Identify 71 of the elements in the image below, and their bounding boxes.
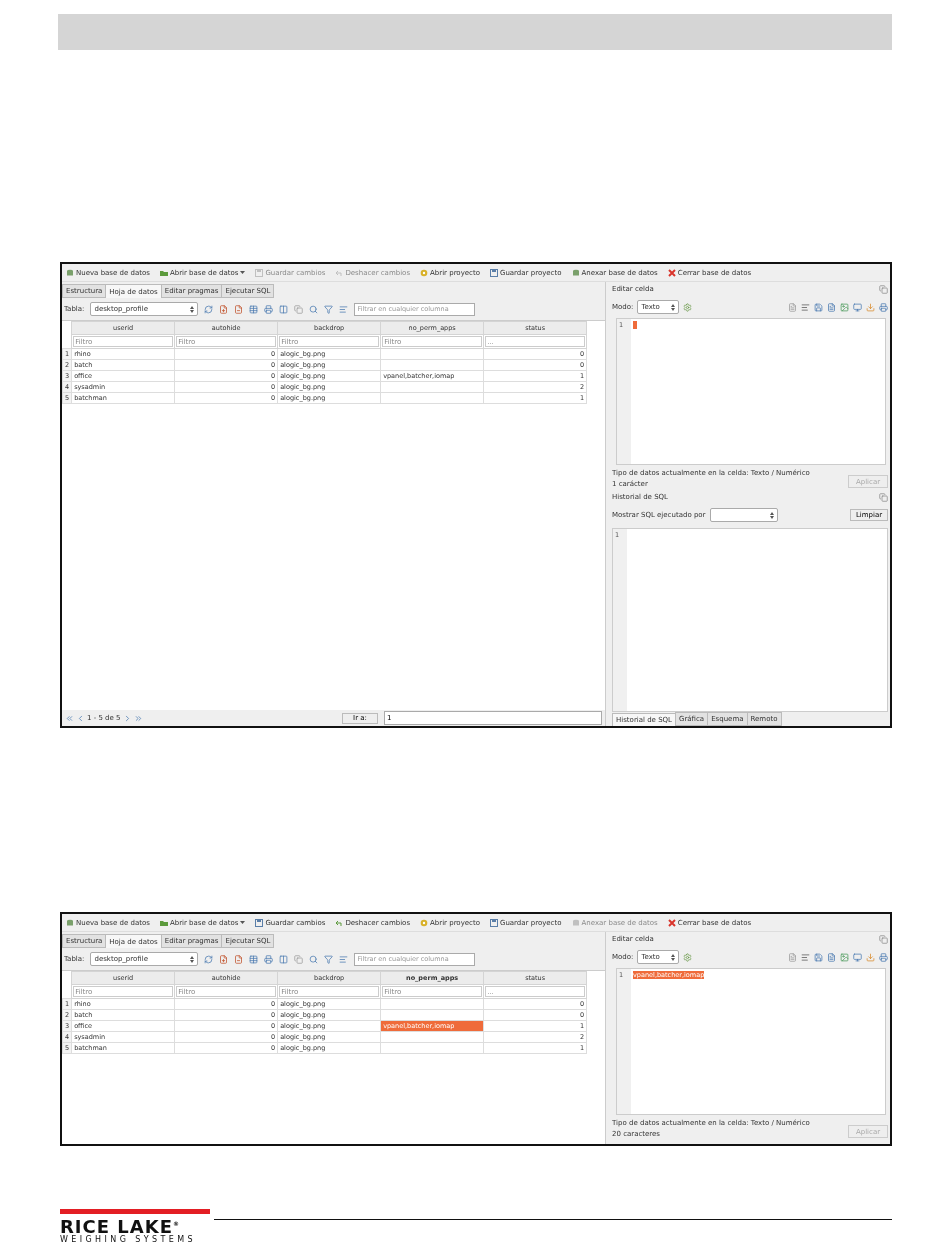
company-logo: RICE LAKE$^{®}$ WEIGHING SYSTEMS xyxy=(60,1209,210,1244)
filter-icon[interactable] xyxy=(324,954,334,964)
table-icon[interactable] xyxy=(249,954,259,964)
table-cell[interactable] xyxy=(380,1042,484,1054)
text-cursor xyxy=(633,321,637,329)
close-icon xyxy=(667,268,676,277)
printer-icon[interactable] xyxy=(879,302,888,312)
table-cell[interactable] xyxy=(380,1031,484,1043)
table-icon[interactable] xyxy=(249,304,259,314)
floppy-icon xyxy=(489,268,498,277)
floppy-icon xyxy=(255,268,264,277)
image-icon[interactable] xyxy=(840,302,849,312)
file-plus-icon[interactable] xyxy=(219,304,229,314)
document-icon[interactable] xyxy=(827,952,836,962)
monitor-icon[interactable] xyxy=(853,952,862,962)
spin-caret-icon xyxy=(671,953,676,961)
folder-icon xyxy=(159,268,168,277)
monitor-icon[interactable] xyxy=(853,302,862,312)
settings-icon[interactable] xyxy=(683,302,693,312)
image-icon[interactable] xyxy=(840,952,849,962)
printer-icon[interactable] xyxy=(264,304,274,314)
table-cell[interactable] xyxy=(380,998,484,1010)
close-icon xyxy=(667,918,676,927)
filter-icon[interactable] xyxy=(324,304,334,314)
executed-by-select[interactable] xyxy=(709,508,778,522)
database-icon xyxy=(66,918,74,927)
table-cell[interactable] xyxy=(380,1009,484,1021)
text-align-icon[interactable] xyxy=(801,302,810,312)
floppy-icon xyxy=(255,918,264,927)
columns-icon[interactable] xyxy=(279,954,289,964)
gear-icon xyxy=(420,918,429,927)
file-minus-icon[interactable] xyxy=(234,304,244,314)
gear-icon xyxy=(420,268,429,277)
refresh-icon[interactable] xyxy=(204,954,214,964)
database-icon xyxy=(571,918,580,927)
previous-page-icon[interactable] xyxy=(76,713,85,723)
spin-caret-icon xyxy=(671,303,676,311)
copy-icon[interactable] xyxy=(294,304,304,314)
columns-icon[interactable] xyxy=(279,304,289,314)
save-icon[interactable] xyxy=(814,952,823,962)
search-icon[interactable] xyxy=(309,304,319,314)
printer-icon[interactable] xyxy=(879,952,888,962)
file-minus-icon[interactable] xyxy=(234,954,244,964)
text-align-icon[interactable] xyxy=(801,952,810,962)
save-icon[interactable] xyxy=(814,302,823,312)
spin-caret-icon xyxy=(190,955,195,963)
refresh-icon[interactable] xyxy=(204,304,214,314)
download-icon[interactable] xyxy=(866,302,875,312)
search-icon[interactable] xyxy=(309,954,319,964)
database-icon xyxy=(571,268,580,277)
spin-caret-icon xyxy=(190,305,195,313)
download-icon[interactable] xyxy=(866,952,875,962)
database-icon xyxy=(66,268,74,277)
table-cell[interactable] xyxy=(380,359,484,371)
printer-icon[interactable] xyxy=(264,954,274,964)
file-plus-icon[interactable] xyxy=(219,954,229,964)
settings-icon[interactable] xyxy=(683,952,693,962)
undo-icon xyxy=(335,918,344,927)
text-align-icon[interactable] xyxy=(339,954,349,964)
floppy-icon xyxy=(489,918,498,927)
table-cell[interactable] xyxy=(380,348,484,360)
copy-icon[interactable] xyxy=(294,954,304,964)
folder-icon xyxy=(159,918,168,927)
table-cell[interactable] xyxy=(380,381,484,393)
table-cell[interactable] xyxy=(380,392,484,404)
document-icon[interactable] xyxy=(827,302,836,312)
last-page-icon[interactable] xyxy=(133,713,143,723)
text-align-icon[interactable] xyxy=(339,304,349,314)
first-page-icon[interactable] xyxy=(65,713,74,723)
undo-icon xyxy=(335,268,344,277)
spin-caret-icon xyxy=(769,511,774,519)
